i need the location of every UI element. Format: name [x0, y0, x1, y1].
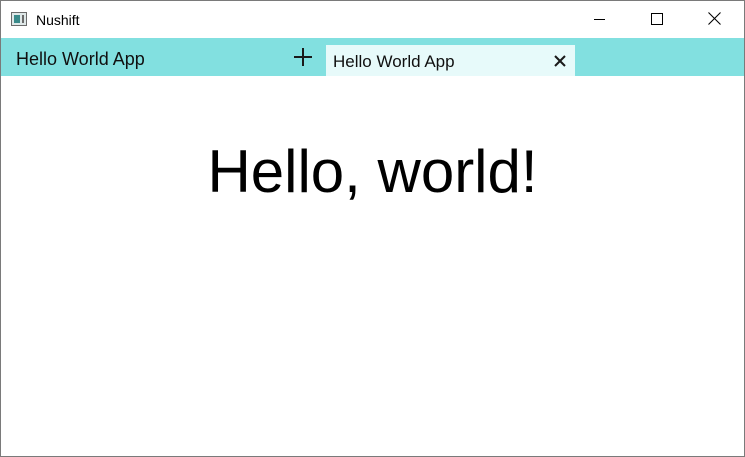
app-window: Nushift Hello World App Hello World App: [0, 0, 745, 457]
title-bar[interactable]: Nushift: [1, 1, 744, 38]
tab-bar: Hello World App Hello World App: [1, 38, 744, 76]
plus-icon: [294, 48, 312, 66]
tab-label: Hello World App: [333, 52, 455, 71]
minimize-button[interactable]: [571, 1, 629, 38]
app-content: Hello, world!: [1, 76, 744, 456]
app-name-label: Hello World App: [16, 49, 145, 69]
maximize-button[interactable]: [628, 1, 686, 38]
tab-hello-world-app[interactable]: Hello World App: [326, 45, 575, 76]
window-title: Nushift: [36, 12, 80, 28]
close-tab-icon: [554, 55, 566, 67]
close-icon: [708, 12, 721, 25]
greeting-text: Hello, world!: [207, 138, 538, 205]
add-tab-button[interactable]: [290, 44, 316, 70]
app-window-icon: [11, 12, 27, 26]
close-window-button[interactable]: [686, 1, 744, 38]
close-tab-button[interactable]: [552, 53, 568, 69]
